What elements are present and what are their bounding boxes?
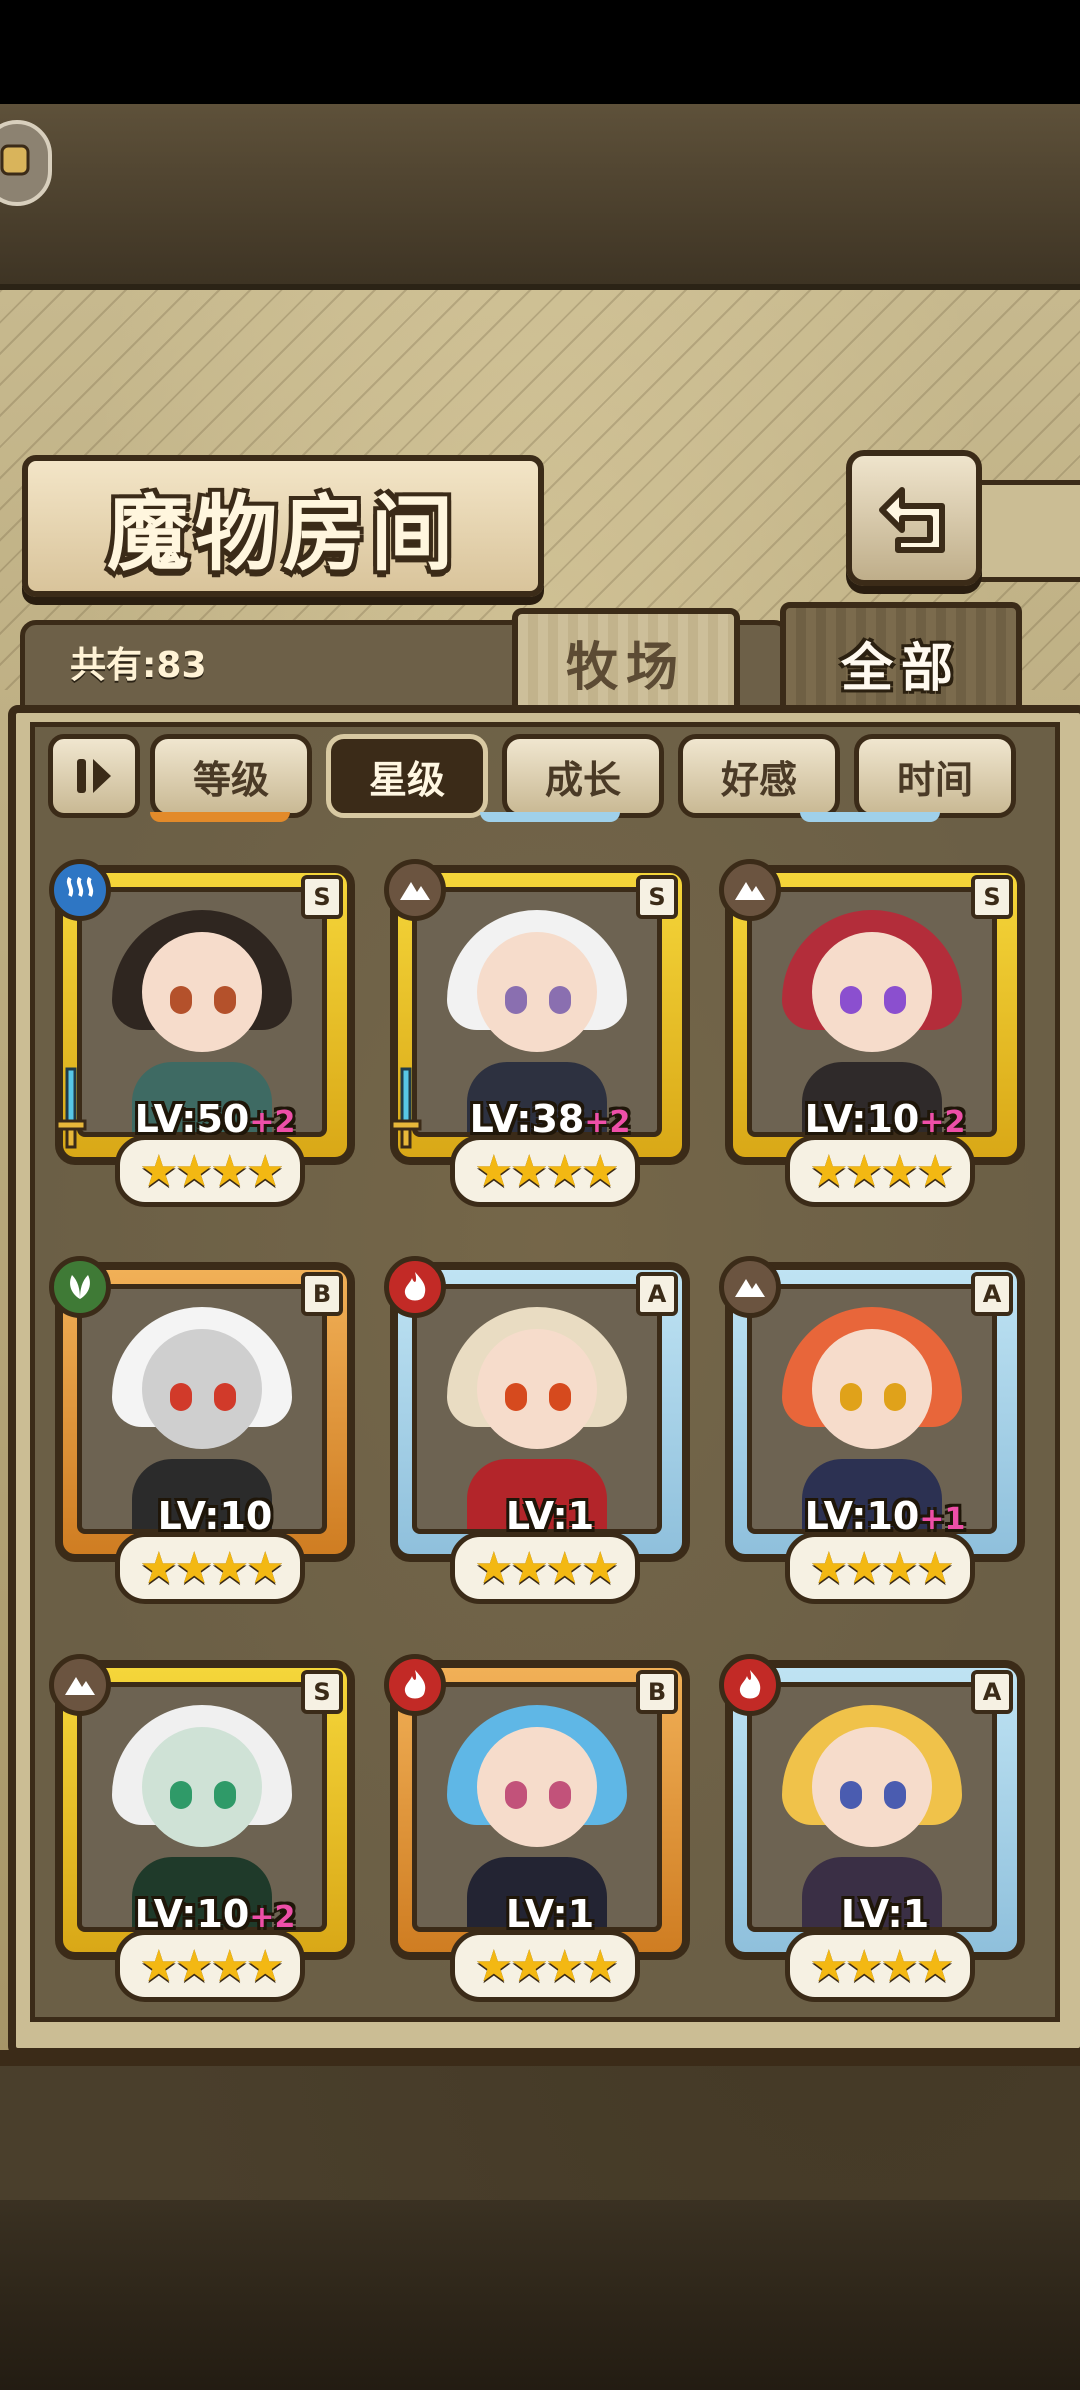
earth-element-icon	[719, 859, 781, 921]
sort-by-growth-button[interactable]: 成长	[502, 734, 664, 818]
sort-order-toggle[interactable]	[48, 734, 140, 818]
earth-element-icon	[384, 859, 446, 921]
rank-badge: B	[636, 1670, 678, 1714]
page-title: 魔物房间	[106, 485, 459, 582]
scrolled-card-edge	[800, 812, 940, 822]
tab-ranch[interactable]: 牧场	[512, 608, 740, 716]
sort-by-level-button[interactable]: 等级	[150, 734, 312, 818]
top-map-strip	[0, 104, 1080, 290]
corner-emblem-icon	[0, 144, 30, 176]
rank-badge: A	[971, 1670, 1013, 1714]
sword-icon	[390, 1067, 422, 1149]
star-rating: ★★★★	[785, 1930, 975, 2002]
fire-element-icon	[384, 1256, 446, 1318]
monster-card[interactable]: A LV:1 ★★★★	[384, 1256, 690, 1622]
rank-badge: S	[301, 875, 343, 919]
monster-card[interactable]: A LV:10+1 ★★★★	[719, 1256, 1025, 1622]
earth-element-icon	[49, 1654, 111, 1716]
scrolled-card-edge	[480, 812, 620, 822]
monster-count: 共有:83	[70, 645, 207, 686]
rank-badge: B	[301, 1272, 343, 1316]
sort-by-affection-button[interactable]: 好感	[678, 734, 840, 818]
scrolled-card-edge	[150, 812, 290, 822]
star-rating: ★★★★	[115, 1930, 305, 2002]
sort-by-time-button[interactable]: 时间	[854, 734, 1016, 818]
monster-card[interactable]: B LV:10 ★★★★	[49, 1256, 355, 1622]
monster-card[interactable]: S LV:10+2 ★★★★	[719, 859, 1025, 1225]
monster-card[interactable]: A LV:1 ★★★★	[719, 1654, 1025, 2020]
status-bar	[0, 0, 1080, 104]
return-arrow-icon	[879, 487, 945, 553]
rank-badge: S	[636, 875, 678, 919]
star-rating: ★★★★	[785, 1532, 975, 1604]
bottom-map-strip	[0, 2200, 1080, 2390]
fire-element-icon	[384, 1654, 446, 1716]
star-rating: ★★★★	[450, 1135, 640, 1207]
monster-card[interactable]: S LV:50+2 ★★★★	[49, 859, 355, 1225]
star-rating: ★★★★	[450, 1532, 640, 1604]
rank-badge: S	[301, 1670, 343, 1714]
water-element-icon	[49, 859, 111, 921]
sword-icon	[55, 1067, 87, 1149]
star-rating: ★★★★	[450, 1930, 640, 2002]
grass-element-icon	[49, 1256, 111, 1318]
rank-badge: A	[971, 1272, 1013, 1316]
monster-card[interactable]: S LV:10+2 ★★★★	[49, 1654, 355, 2020]
rank-badge: A	[636, 1272, 678, 1316]
earth-element-icon	[719, 1256, 781, 1318]
title-plate: 魔物房间	[22, 455, 544, 597]
monster-card[interactable]: B LV:1 ★★★★	[384, 1654, 690, 2020]
star-rating: ★★★★	[115, 1532, 305, 1604]
monster-card[interactable]: S LV:38+2 ★★★★	[384, 859, 690, 1225]
fire-element-icon	[719, 1654, 781, 1716]
star-rating: ★★★★	[115, 1135, 305, 1207]
star-rating: ★★★★	[785, 1135, 975, 1207]
sort-by-star-button[interactable]: 星级	[326, 734, 488, 818]
sort-order-icon	[77, 759, 111, 793]
panel-bottom-border	[0, 2050, 1080, 2066]
rank-badge: S	[971, 875, 1013, 919]
back-button[interactable]	[846, 450, 982, 586]
